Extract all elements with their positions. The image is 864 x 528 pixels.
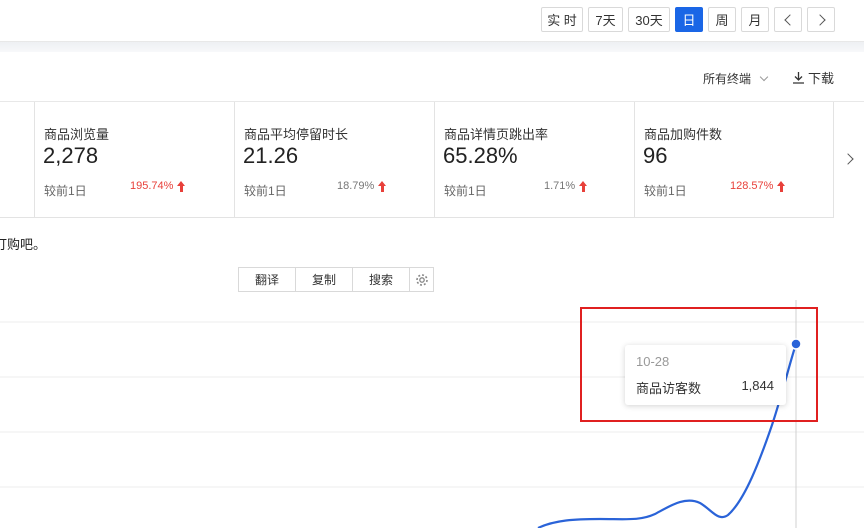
arrow-up-icon <box>777 180 786 192</box>
period-tab-week[interactable]: 周 <box>708 7 736 32</box>
next-cards-chevron-icon[interactable] <box>842 153 854 165</box>
period-tab-day[interactable]: 日 <box>675 7 703 32</box>
section-divider <box>0 42 864 52</box>
metric-value: 2,278 <box>43 143 99 168</box>
terminal-select-value: 所有终端 <box>703 72 752 86</box>
prev-period-button[interactable] <box>774 7 802 32</box>
arrow-up-icon <box>378 180 387 192</box>
metric-card-bounce-rate[interactable]: 商品详情页跳出率 65.28% 较前1日 1.71% <box>434 102 634 217</box>
metric-value: 21.26 <box>243 143 299 168</box>
metric-cards: 商品浏览量 2,278 较前1日 195.74% 商品平均停留时长 21.26 … <box>0 102 834 218</box>
metric-change-value: 195.74% <box>130 180 174 192</box>
download-icon <box>793 72 804 84</box>
settings-button[interactable] <box>410 268 433 291</box>
next-period-button[interactable] <box>807 7 835 32</box>
metric-title: 商品平均停留时长 <box>244 127 349 142</box>
metric-card-avg-dwell-time[interactable]: 商品平均停留时长 21.26 较前1日 18.79% <box>234 102 434 217</box>
period-tab-30days[interactable]: 30天 <box>628 7 670 32</box>
metric-card-page-views[interactable]: 商品浏览量 2,278 较前1日 195.74% <box>34 102 234 217</box>
gear-icon <box>415 273 428 286</box>
metric-change-value: 1.71% <box>544 180 576 192</box>
period-tab-month[interactable]: 月 <box>741 7 769 32</box>
translate-button[interactable]: 翻译 <box>239 268 296 291</box>
metric-title: 商品加购件数 <box>644 127 723 142</box>
metric-change-value: 128.57% <box>730 180 774 192</box>
metric-compare-label: 较前1日 <box>444 184 487 198</box>
selection-toolbar: 翻译 复制 搜索 <box>238 267 434 292</box>
copy-button[interactable]: 复制 <box>296 268 353 291</box>
text-fragment: 订购吧。 <box>0 237 47 252</box>
tooltip-series-label: 商品访客数 <box>636 381 702 396</box>
metric-change-value: 18.79% <box>337 180 375 192</box>
chevron-down-icon <box>759 72 769 82</box>
tooltip-date: 10-28 <box>636 354 670 369</box>
terminal-select[interactable]: 所有终端 <box>703 70 769 87</box>
metric-change: 18.79% <box>337 180 387 192</box>
chevron-right-icon <box>813 13 826 26</box>
metric-card-add-to-cart[interactable]: 商品加购件数 96 较前1日 128.57% <box>634 102 834 217</box>
metric-change: 1.71% <box>544 180 588 192</box>
metric-compare-label: 较前1日 <box>44 184 87 198</box>
chart-tooltip: 10-28 商品访客数 1,844 <box>625 345 786 405</box>
chevron-left-icon <box>783 13 796 26</box>
arrow-up-icon <box>579 180 588 192</box>
metric-value: 96 <box>643 143 668 168</box>
metric-compare-label: 较前1日 <box>244 184 287 198</box>
download-label: 下载 <box>808 71 835 86</box>
search-button[interactable]: 搜索 <box>353 268 410 291</box>
period-bar: 实 时 7天 30天 日 周 月 <box>0 0 864 42</box>
period-tab-realtime[interactable]: 实 时 <box>541 7 583 32</box>
metric-title: 商品浏览量 <box>44 127 110 142</box>
metric-title: 商品详情页跳出率 <box>444 127 549 142</box>
tooltip-value: 1,844 <box>741 378 774 393</box>
metric-change: 195.74% <box>130 180 186 192</box>
metric-compare-label: 较前1日 <box>644 184 687 198</box>
metric-change: 128.57% <box>730 180 786 192</box>
metric-value: 65.28% <box>443 143 518 168</box>
download-button[interactable]: 下载 <box>792 68 834 87</box>
arrow-up-icon <box>177 180 186 192</box>
period-tab-7days[interactable]: 7天 <box>588 7 623 32</box>
